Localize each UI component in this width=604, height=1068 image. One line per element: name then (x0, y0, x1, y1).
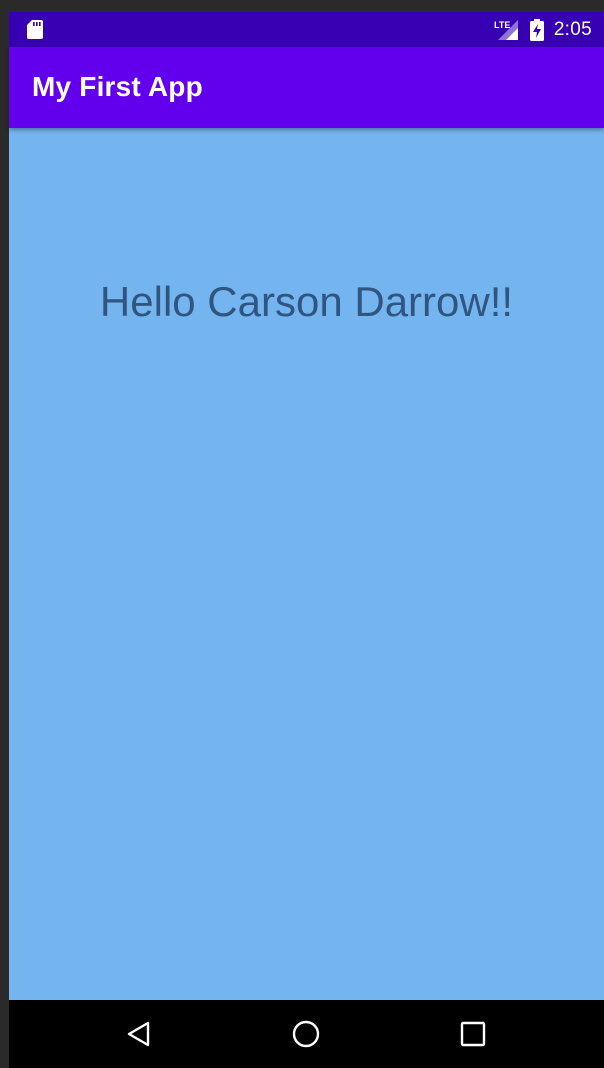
back-button[interactable] (123, 1018, 155, 1050)
main-content: Hello Carson Darrow!! (9, 128, 604, 1000)
battery-charging-icon (529, 18, 544, 41)
status-bar: LTE 2:05 (9, 12, 604, 47)
recents-icon (460, 1021, 486, 1047)
signal-icon: LTE (494, 19, 518, 40)
home-button[interactable] (290, 1018, 322, 1050)
app-title: My First App (32, 71, 203, 102)
navigation-bar (9, 1000, 604, 1068)
network-type-label: LTE (494, 20, 510, 30)
status-icons: LTE 2:05 (494, 12, 592, 47)
greeting-text: Hello Carson Darrow!! (99, 278, 514, 325)
sd-card-icon (27, 20, 43, 39)
back-icon (127, 1021, 150, 1047)
app-bar: My First App (9, 47, 604, 128)
device-screen: LTE 2:05 My First App Hello Carson Darro… (0, 0, 604, 1068)
recents-button[interactable] (457, 1018, 489, 1050)
status-clock: 2:05 (553, 18, 592, 40)
home-icon (292, 1020, 320, 1048)
